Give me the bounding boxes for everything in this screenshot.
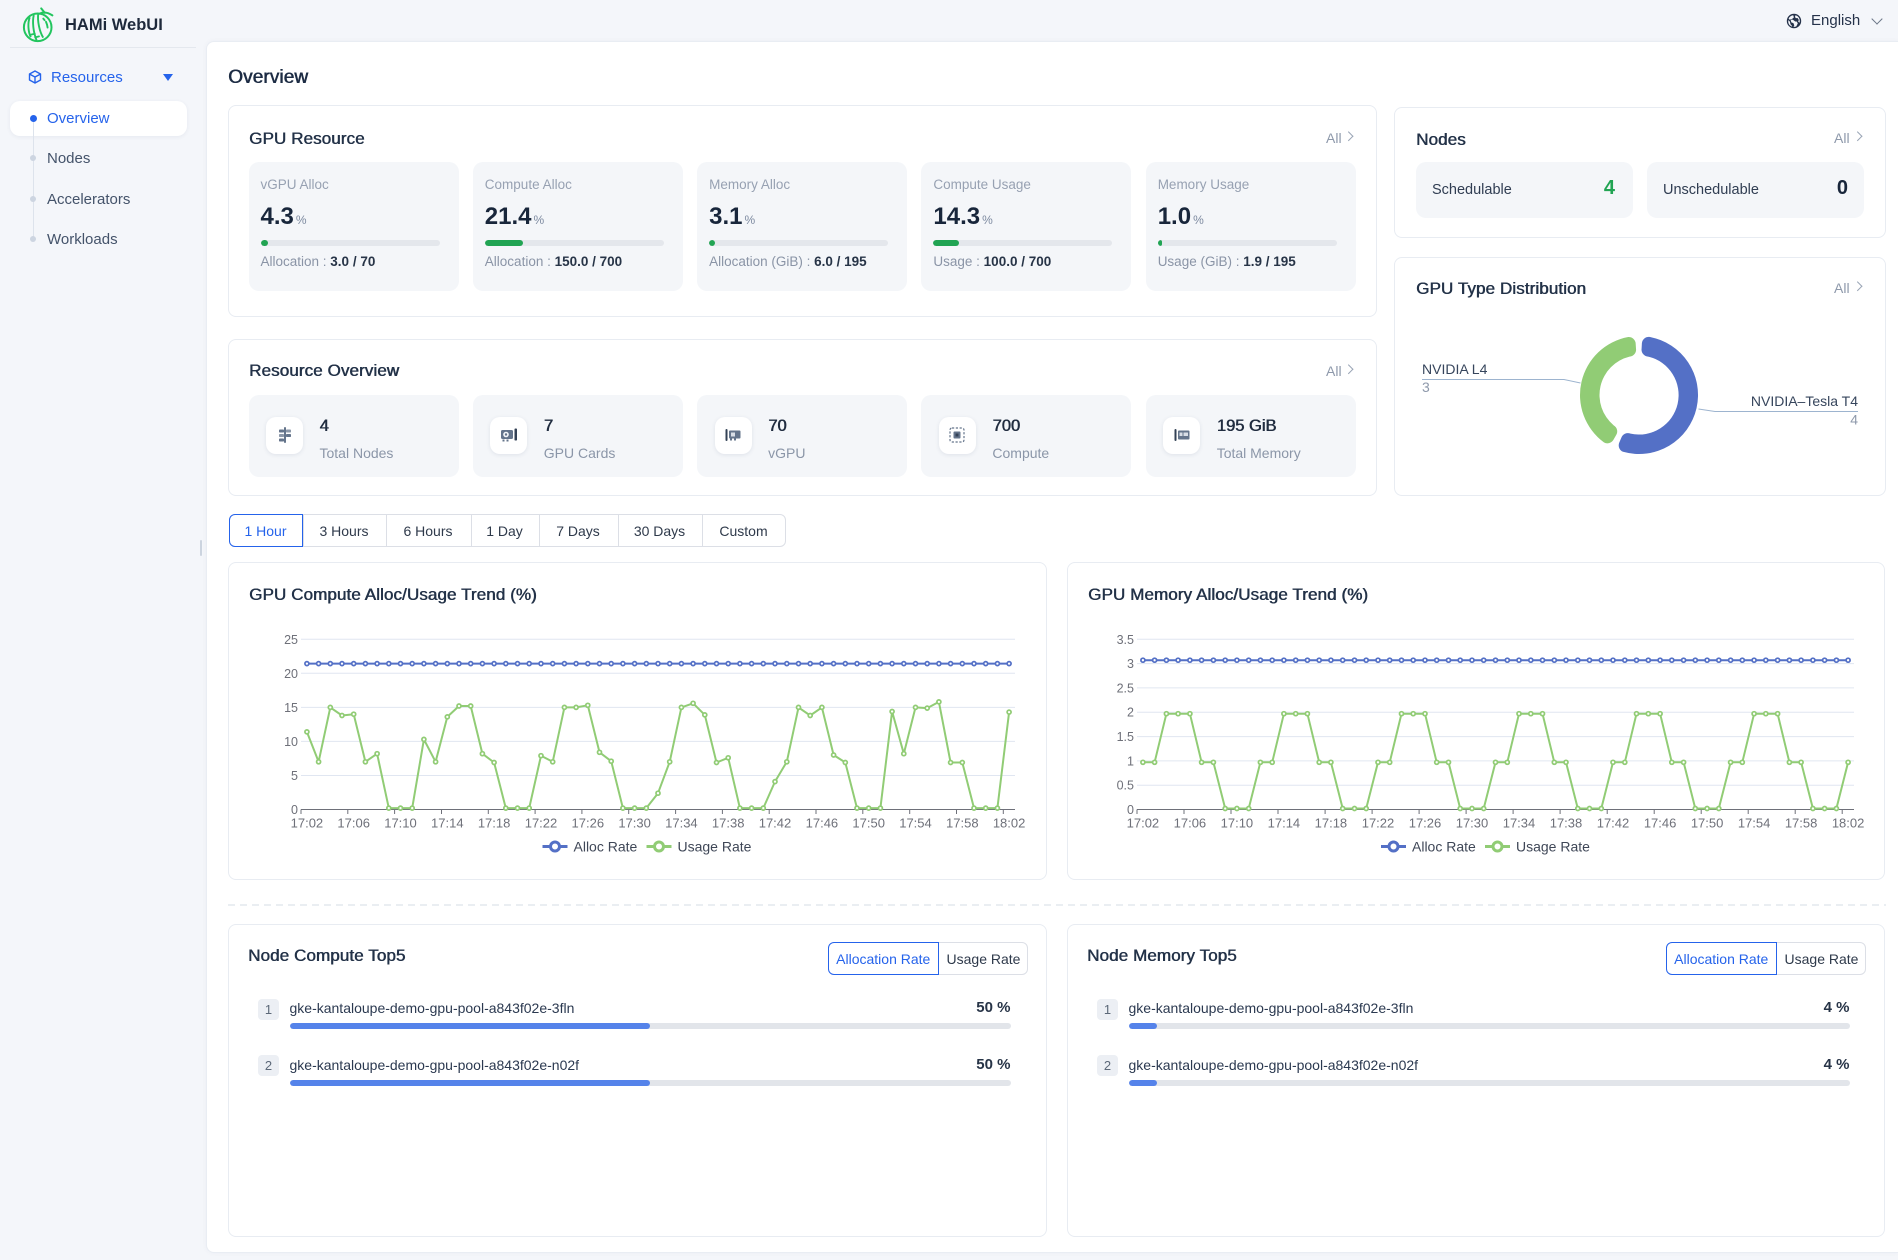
- svg-text:17:14: 17:14: [431, 816, 464, 831]
- svg-text:Usage Rate: Usage Rate: [1516, 839, 1590, 855]
- svg-text:17:46: 17:46: [1644, 816, 1677, 831]
- svg-text:5: 5: [291, 769, 298, 783]
- svg-text:17:18: 17:18: [1315, 816, 1348, 831]
- svg-text:3: 3: [1422, 379, 1430, 395]
- svg-text:17:46: 17:46: [806, 816, 839, 831]
- svg-text:2.5: 2.5: [1117, 681, 1134, 695]
- svg-text:17:50: 17:50: [1691, 816, 1724, 831]
- svg-text:0.5: 0.5: [1117, 779, 1134, 793]
- svg-text:17:02: 17:02: [1127, 816, 1160, 831]
- svg-text:17:34: 17:34: [1503, 816, 1536, 831]
- svg-text:17:54: 17:54: [1738, 816, 1771, 831]
- svg-text:17:54: 17:54: [899, 816, 932, 831]
- svg-text:2: 2: [1127, 706, 1134, 720]
- svg-text:1: 1: [1127, 754, 1134, 768]
- svg-text:3: 3: [1127, 657, 1134, 671]
- svg-text:17:06: 17:06: [337, 816, 370, 831]
- svg-text:3.5: 3.5: [1117, 633, 1134, 647]
- svg-text:17:26: 17:26: [572, 816, 605, 831]
- svg-text:Usage Rate: Usage Rate: [678, 839, 752, 855]
- svg-text:18:02: 18:02: [993, 816, 1026, 831]
- svg-text:17:34: 17:34: [665, 816, 698, 831]
- svg-text:17:22: 17:22: [525, 816, 558, 831]
- svg-text:17:30: 17:30: [618, 816, 651, 831]
- svg-text:25: 25: [284, 633, 298, 647]
- svg-text:17:58: 17:58: [1785, 816, 1818, 831]
- svg-text:17:18: 17:18: [478, 816, 511, 831]
- svg-text:17:06: 17:06: [1174, 816, 1207, 831]
- svg-text:Alloc Rate: Alloc Rate: [574, 839, 638, 855]
- svg-text:17:58: 17:58: [946, 816, 979, 831]
- svg-text:20: 20: [284, 667, 298, 681]
- svg-text:17:26: 17:26: [1409, 816, 1442, 831]
- svg-text:17:02: 17:02: [291, 816, 324, 831]
- svg-text:1.5: 1.5: [1117, 730, 1134, 744]
- svg-text:17:38: 17:38: [712, 816, 745, 831]
- svg-text:17:50: 17:50: [852, 816, 885, 831]
- svg-text:17:30: 17:30: [1456, 816, 1489, 831]
- svg-text:17:42: 17:42: [1597, 816, 1630, 831]
- svg-text:17:22: 17:22: [1362, 816, 1395, 831]
- svg-text:Alloc Rate: Alloc Rate: [1412, 839, 1476, 855]
- svg-text:15: 15: [284, 701, 298, 715]
- svg-text:17:10: 17:10: [384, 816, 417, 831]
- svg-text:17:42: 17:42: [759, 816, 792, 831]
- svg-text:18:02: 18:02: [1832, 816, 1865, 831]
- svg-text:10: 10: [284, 735, 298, 749]
- svg-text:4: 4: [1850, 412, 1858, 428]
- svg-text:NVIDIA–Tesla T4: NVIDIA–Tesla T4: [1751, 393, 1858, 409]
- svg-text:17:10: 17:10: [1221, 816, 1254, 831]
- svg-text:17:38: 17:38: [1550, 816, 1583, 831]
- svg-text:NVIDIA L4: NVIDIA L4: [1422, 361, 1488, 377]
- svg-text:17:14: 17:14: [1268, 816, 1301, 831]
